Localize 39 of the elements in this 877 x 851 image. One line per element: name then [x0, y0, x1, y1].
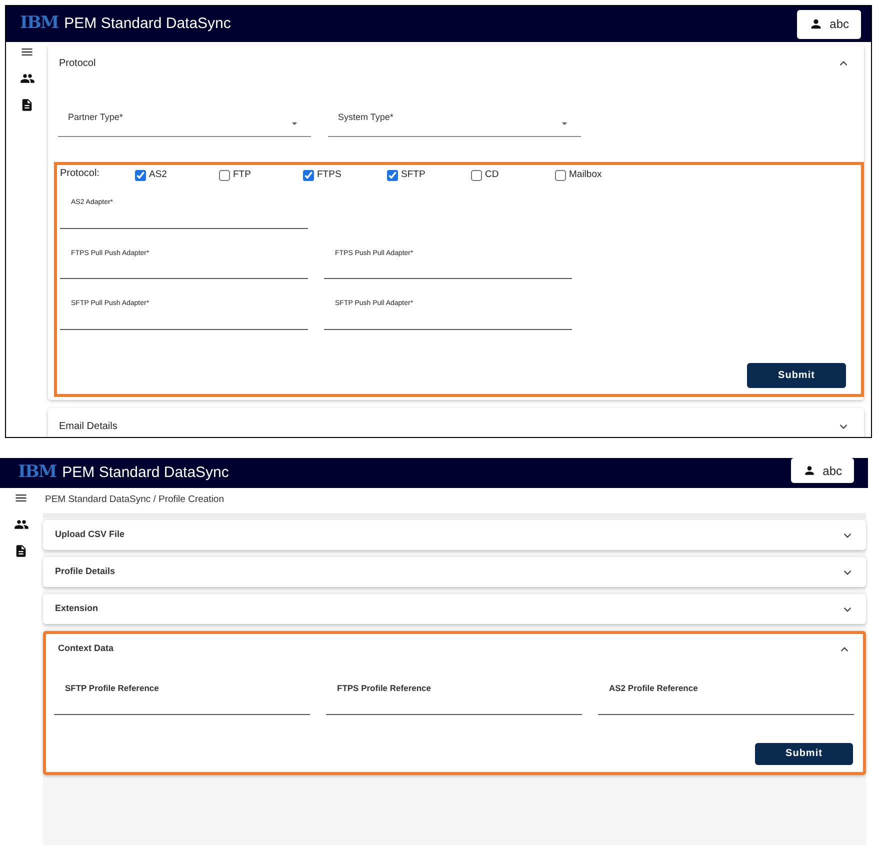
checkbox[interactable] [135, 170, 146, 180]
checkbox[interactable] [387, 170, 398, 180]
logo: IBM [20, 12, 58, 36]
checkbox-label: AS2 [149, 168, 167, 182]
user-icon [802, 464, 816, 477]
document-icon[interactable] [20, 98, 34, 112]
checkbox[interactable] [303, 170, 314, 180]
document-icon[interactable] [14, 544, 28, 558]
field-label: AS2 Profile Reference [608, 682, 699, 695]
select-field[interactable]: Partner Type* [58, 106, 311, 137]
checkbox-label: CD [485, 168, 499, 182]
checkbox[interactable] [219, 170, 230, 180]
logo: IBM [18, 461, 56, 484]
app-title: PEM Standard DataSync [62, 462, 229, 483]
accordion-header[interactable]: Email Details [48, 408, 864, 437]
user-button[interactable]: abc [790, 458, 854, 483]
field-label: FTPS Profile Reference [336, 682, 432, 695]
accordion-header[interactable]: Upload CSV File [43, 520, 866, 550]
select-field[interactable]: System Type* [328, 106, 581, 137]
app-title: PEM Standard DataSync [64, 14, 231, 34]
checkbox-label: Mailbox [569, 168, 602, 182]
breadcrumb: PEM Standard DataSync / Profile Creation [44, 493, 226, 507]
people-icon[interactable] [14, 517, 28, 532]
checkbox[interactable] [555, 170, 566, 180]
user-icon [808, 17, 823, 31]
accordion-header[interactable]: Protocol [48, 45, 864, 81]
protocol-label: Protocol: [60, 167, 100, 181]
checkbox-label: SFTP [401, 168, 426, 182]
field-label: SFTP Profile Reference [64, 682, 160, 695]
user-button[interactable]: abc [796, 10, 861, 38]
submit-button[interactable]: Submit [747, 363, 846, 388]
accordion-header[interactable]: Extension [43, 594, 866, 624]
submit-button[interactable]: Submit [755, 742, 853, 765]
accordion-header[interactable]: Context Data [46, 634, 863, 664]
accordion-header[interactable]: Profile Details [43, 557, 866, 587]
checkbox[interactable] [471, 170, 482, 180]
checkbox-label: FTP [233, 168, 251, 182]
checkbox-label: FTPS [317, 168, 342, 182]
people-icon[interactable] [20, 71, 34, 86]
